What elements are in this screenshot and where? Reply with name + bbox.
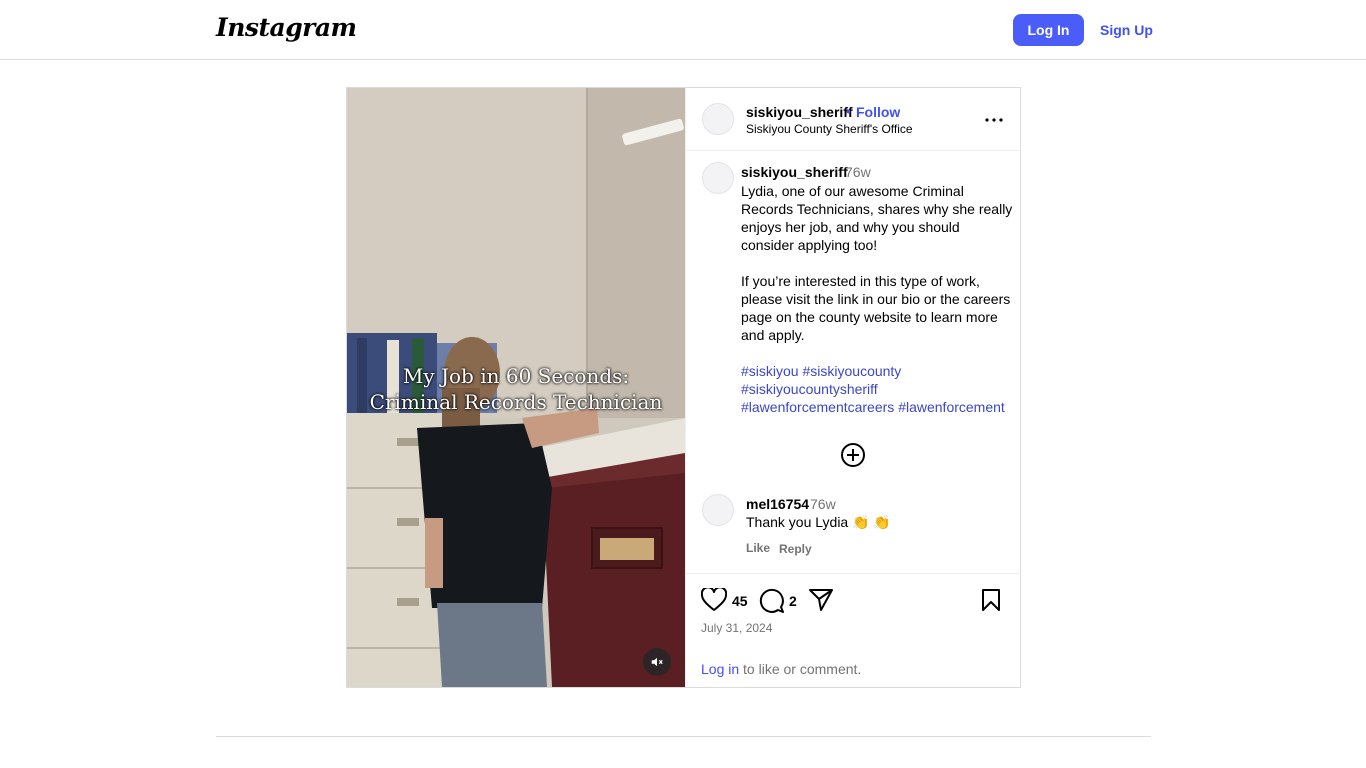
video-overlay-title: My Job in 60 Seconds:: [402, 364, 630, 388]
post-actions: 45 2 July 31, 2024 Log in to like or com…: [686, 573, 1021, 687]
mute-icon: [651, 657, 663, 667]
post-card: My Job in 60 Seconds: Criminal Records T…: [346, 87, 1021, 688]
separator-dot: •: [846, 103, 851, 119]
video-overlay-subtitle: Criminal Records Technician: [369, 390, 663, 414]
hashtag-link[interactable]: #siskiyoucountysheriff: [741, 381, 878, 397]
comment-icon[interactable]: [759, 588, 785, 614]
caption-paragraph: If you’re interested in this type of wor…: [741, 273, 1011, 343]
login-prompt-text: to like or comment.: [739, 661, 862, 677]
avatar[interactable]: [702, 494, 734, 526]
caption-username[interactable]: siskiyou_sheriff: [741, 164, 848, 180]
caption-time: 76w: [845, 164, 871, 180]
heart-icon[interactable]: [701, 588, 727, 612]
login-prompt: Log in to like or comment.: [701, 661, 861, 677]
post-date: July 31, 2024: [701, 621, 773, 635]
avatar[interactable]: [702, 103, 734, 135]
author-subtitle: Siskiyou County Sheriff's Office: [746, 122, 913, 136]
mute-button[interactable]: [643, 648, 671, 676]
post-header: siskiyou_sheriff • Follow Siskiyou Count…: [686, 88, 1021, 151]
follow-button[interactable]: Follow: [856, 104, 900, 120]
more-icon: [985, 118, 1003, 122]
caption-paragraph: Lydia, one of our awesome Criminal Recor…: [741, 183, 1013, 253]
signup-link[interactable]: Sign Up: [1100, 22, 1153, 38]
hashtag-link[interactable]: #siskiyoucounty: [802, 363, 901, 379]
hashtag-link[interactable]: #siskiyou: [741, 363, 799, 379]
like-count[interactable]: 45: [732, 593, 748, 609]
author-username[interactable]: siskiyou_sheriff: [746, 104, 853, 120]
share-icon[interactable]: [808, 588, 834, 612]
avatar[interactable]: [702, 162, 734, 194]
hashtag-link[interactable]: #lawenforcementcareers: [741, 399, 894, 415]
add-circle-icon[interactable]: [840, 442, 866, 468]
footer-divider: [216, 736, 1151, 737]
comment-time: 76w: [810, 496, 836, 512]
post-video[interactable]: My Job in 60 Seconds: Criminal Records T…: [347, 88, 685, 687]
login-button[interactable]: Log In: [1013, 14, 1084, 46]
top-bar: Instagram Log In Sign Up: [0, 0, 1366, 60]
login-link[interactable]: Log in: [701, 661, 739, 677]
hashtags: #siskiyou #siskiyoucounty #siskiyoucount…: [741, 362, 1016, 416]
comment-count[interactable]: 2: [789, 593, 797, 609]
comment-text: Thank you Lydia 👏 👏: [746, 514, 891, 530]
instagram-logo[interactable]: Instagram: [216, 13, 357, 42]
bookmark-icon[interactable]: [980, 588, 1002, 612]
comment-like-button[interactable]: Like: [746, 541, 770, 555]
comment-reply-button[interactable]: Reply: [779, 542, 812, 556]
hashtag-link[interactable]: #lawenforcement: [898, 399, 1005, 415]
caption-text: Lydia, one of our awesome Criminal Recor…: [741, 182, 1016, 362]
more-options-button[interactable]: [980, 108, 1008, 132]
comment-username[interactable]: mel16754: [746, 496, 809, 512]
comments-section[interactable]: siskiyou_sheriff 76w Lydia, one of our a…: [686, 152, 1021, 573]
post-sidebar: siskiyou_sheriff • Follow Siskiyou Count…: [685, 88, 1021, 687]
